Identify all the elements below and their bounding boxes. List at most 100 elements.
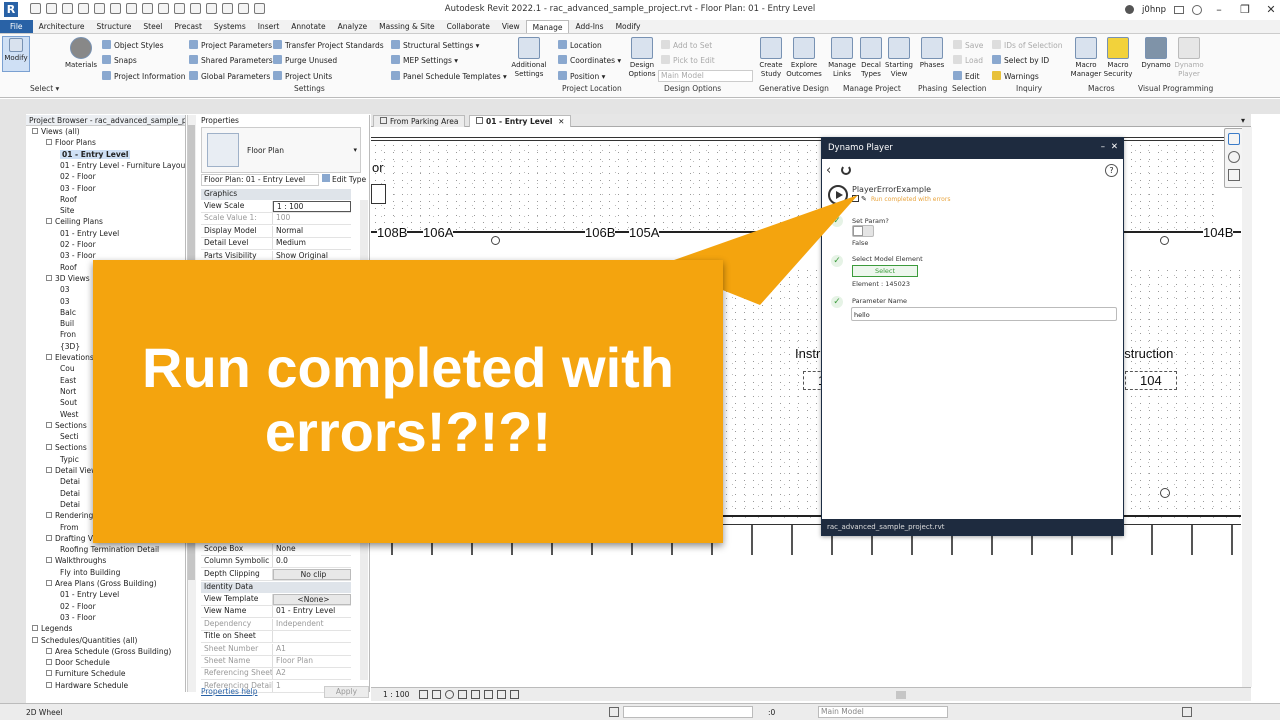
measure-icon[interactable] xyxy=(126,3,137,14)
tree-item[interactable]: Ceiling Plans xyxy=(46,217,103,226)
thin-lines-icon[interactable] xyxy=(222,3,233,14)
macro-security-button[interactable]: Macro Security xyxy=(1101,36,1135,79)
refresh-icon[interactable] xyxy=(841,165,851,175)
property-value[interactable]: 100 xyxy=(273,213,351,224)
tab-structure[interactable]: Structure xyxy=(90,20,137,33)
tree-item[interactable]: Furniture Schedule xyxy=(46,669,126,678)
property-value[interactable]: Medium xyxy=(273,238,351,249)
properties-help-link[interactable]: Properties help xyxy=(201,687,258,696)
property-value[interactable]: 0.0 xyxy=(273,556,351,567)
expand-toggle-icon[interactable] xyxy=(46,512,52,519)
property-value[interactable]: None xyxy=(273,544,351,555)
tree-item[interactable]: {3D} xyxy=(60,342,80,351)
phases-button[interactable]: Phases xyxy=(915,36,949,70)
close-button[interactable]: ✕ xyxy=(1262,3,1280,16)
tree-item[interactable]: 02 - Floor xyxy=(60,172,96,181)
identity-data-section[interactable]: Identity Data xyxy=(201,582,351,593)
snaps-button[interactable]: Snaps xyxy=(102,55,137,65)
position-button[interactable]: Position ▾ xyxy=(558,71,605,81)
tree-item[interactable]: Area Schedule (Gross Building) xyxy=(46,647,171,656)
location-button[interactable]: Location xyxy=(558,40,602,50)
undo-icon[interactable] xyxy=(78,3,89,14)
expand-toggle-icon[interactable] xyxy=(32,636,38,643)
tree-item[interactable]: Roof xyxy=(60,263,77,272)
expand-toggle-icon[interactable] xyxy=(46,647,52,654)
tree-item[interactable]: Schedules/Quantities (all) xyxy=(32,636,137,645)
tab-analyze[interactable]: Analyze xyxy=(332,20,374,33)
tag-icon[interactable] xyxy=(158,3,169,14)
tab-from-parking-area[interactable]: From Parking Area xyxy=(373,115,466,127)
user-icon[interactable] xyxy=(1125,5,1135,14)
apply-button[interactable]: Apply xyxy=(324,686,369,698)
redo-icon[interactable] xyxy=(94,3,105,14)
design-option-select[interactable]: Main Model xyxy=(818,706,948,718)
type-selector[interactable]: Floor Plan ▾ xyxy=(201,127,361,173)
minimize-button[interactable]: – xyxy=(1210,3,1228,16)
tree-item[interactable]: West xyxy=(60,410,78,419)
tree-item[interactable]: Detai xyxy=(60,477,80,486)
tree-item[interactable]: Fly into Building xyxy=(60,568,120,577)
tab-view[interactable]: View xyxy=(496,20,526,33)
expand-toggle-icon[interactable] xyxy=(32,128,38,134)
warnings-button[interactable]: Warnings xyxy=(992,71,1039,81)
3d-view-icon[interactable] xyxy=(190,3,201,14)
dynamo-button[interactable]: Dynamo xyxy=(1139,36,1173,70)
additional-settings-button[interactable]: Additional Settings xyxy=(510,36,548,79)
hide-icon[interactable] xyxy=(484,690,493,699)
tree-item[interactable]: Sections xyxy=(46,443,87,452)
tree-item[interactable]: Door Schedule xyxy=(46,658,110,667)
select-dropdown[interactable]: Select ▾ xyxy=(30,84,59,93)
dynamo-close-button[interactable]: ✕ xyxy=(1111,142,1118,152)
property-value[interactable] xyxy=(273,631,351,642)
property-value[interactable]: No clip xyxy=(273,568,351,580)
tree-item[interactable]: Sout xyxy=(60,398,77,407)
expand-toggle-icon[interactable] xyxy=(46,670,52,677)
horizontal-scroll-thumb[interactable] xyxy=(896,691,906,699)
explore-outcomes-button[interactable]: Explore Outcomes xyxy=(786,36,822,79)
parameter-name-input[interactable]: hello xyxy=(851,307,1117,321)
property-value[interactable]: Independent xyxy=(273,619,351,630)
tree-item[interactable]: Legends xyxy=(32,624,72,633)
tree-item[interactable]: 01 - Entry Level xyxy=(60,149,131,159)
tree-item[interactable]: 01 - Entry Level xyxy=(60,590,119,599)
select-by-id-button[interactable]: Select by ID xyxy=(992,55,1049,65)
canvas-vertical-scrollbar[interactable] xyxy=(1242,127,1252,687)
navigation-bar[interactable] xyxy=(1224,128,1244,188)
tree-item[interactable]: Site xyxy=(60,206,74,215)
tree-item[interactable]: Typic xyxy=(60,455,79,464)
modify-button[interactable]: Modify xyxy=(2,36,30,72)
edit-type-button[interactable]: Edit Type xyxy=(322,174,366,184)
tab-01-entry-level[interactable]: 01 - Entry Level ✕ xyxy=(469,115,572,127)
tree-item[interactable]: Renderings xyxy=(46,511,97,520)
panel-schedule-templates-button[interactable]: Panel Schedule Templates ▾ xyxy=(391,71,507,81)
instance-selector[interactable]: Floor Plan: 01 - Entry Level xyxy=(201,174,319,186)
cart-icon[interactable] xyxy=(1174,5,1184,14)
tab-precast[interactable]: Precast xyxy=(168,20,208,33)
help-icon[interactable]: ? xyxy=(1105,164,1118,177)
tab-insert[interactable]: Insert xyxy=(252,20,286,33)
close-hidden-icon[interactable] xyxy=(238,3,249,14)
section-icon[interactable] xyxy=(206,3,217,14)
tab-modify[interactable]: Modify xyxy=(610,20,647,33)
tree-item[interactable]: Balc xyxy=(60,308,76,317)
help-icon[interactable] xyxy=(1192,4,1202,15)
room-number-b[interactable]: 104 xyxy=(1125,371,1177,390)
tree-item[interactable]: Roofing Termination Detail xyxy=(60,545,159,554)
graphics-section[interactable]: Graphics xyxy=(201,189,351,200)
expand-toggle-icon[interactable] xyxy=(46,444,52,451)
tree-item[interactable]: Elevations xyxy=(46,353,94,362)
tree-item[interactable]: 03 - Floor xyxy=(60,184,96,193)
expand-toggle-icon[interactable] xyxy=(46,580,52,586)
tree-item[interactable]: Cou xyxy=(60,364,75,373)
expand-toggle-icon[interactable] xyxy=(46,467,52,473)
open-icon[interactable] xyxy=(30,3,41,14)
tree-item[interactable]: Hardware Schedule xyxy=(46,681,128,690)
tree-item[interactable]: 02 - Floor xyxy=(60,602,96,611)
tab-add-ins[interactable]: Add-Ins xyxy=(569,20,609,33)
tree-item[interactable]: 01 - Entry Level - Furniture Layout xyxy=(60,161,185,170)
tab-manage[interactable]: Manage xyxy=(525,20,570,33)
expand-toggle-icon[interactable] xyxy=(46,557,52,564)
tree-item[interactable]: 01 - Entry Level xyxy=(60,229,119,238)
room-text-fragment[interactable]: or xyxy=(372,160,384,175)
back-icon[interactable]: ‹ xyxy=(826,163,831,178)
